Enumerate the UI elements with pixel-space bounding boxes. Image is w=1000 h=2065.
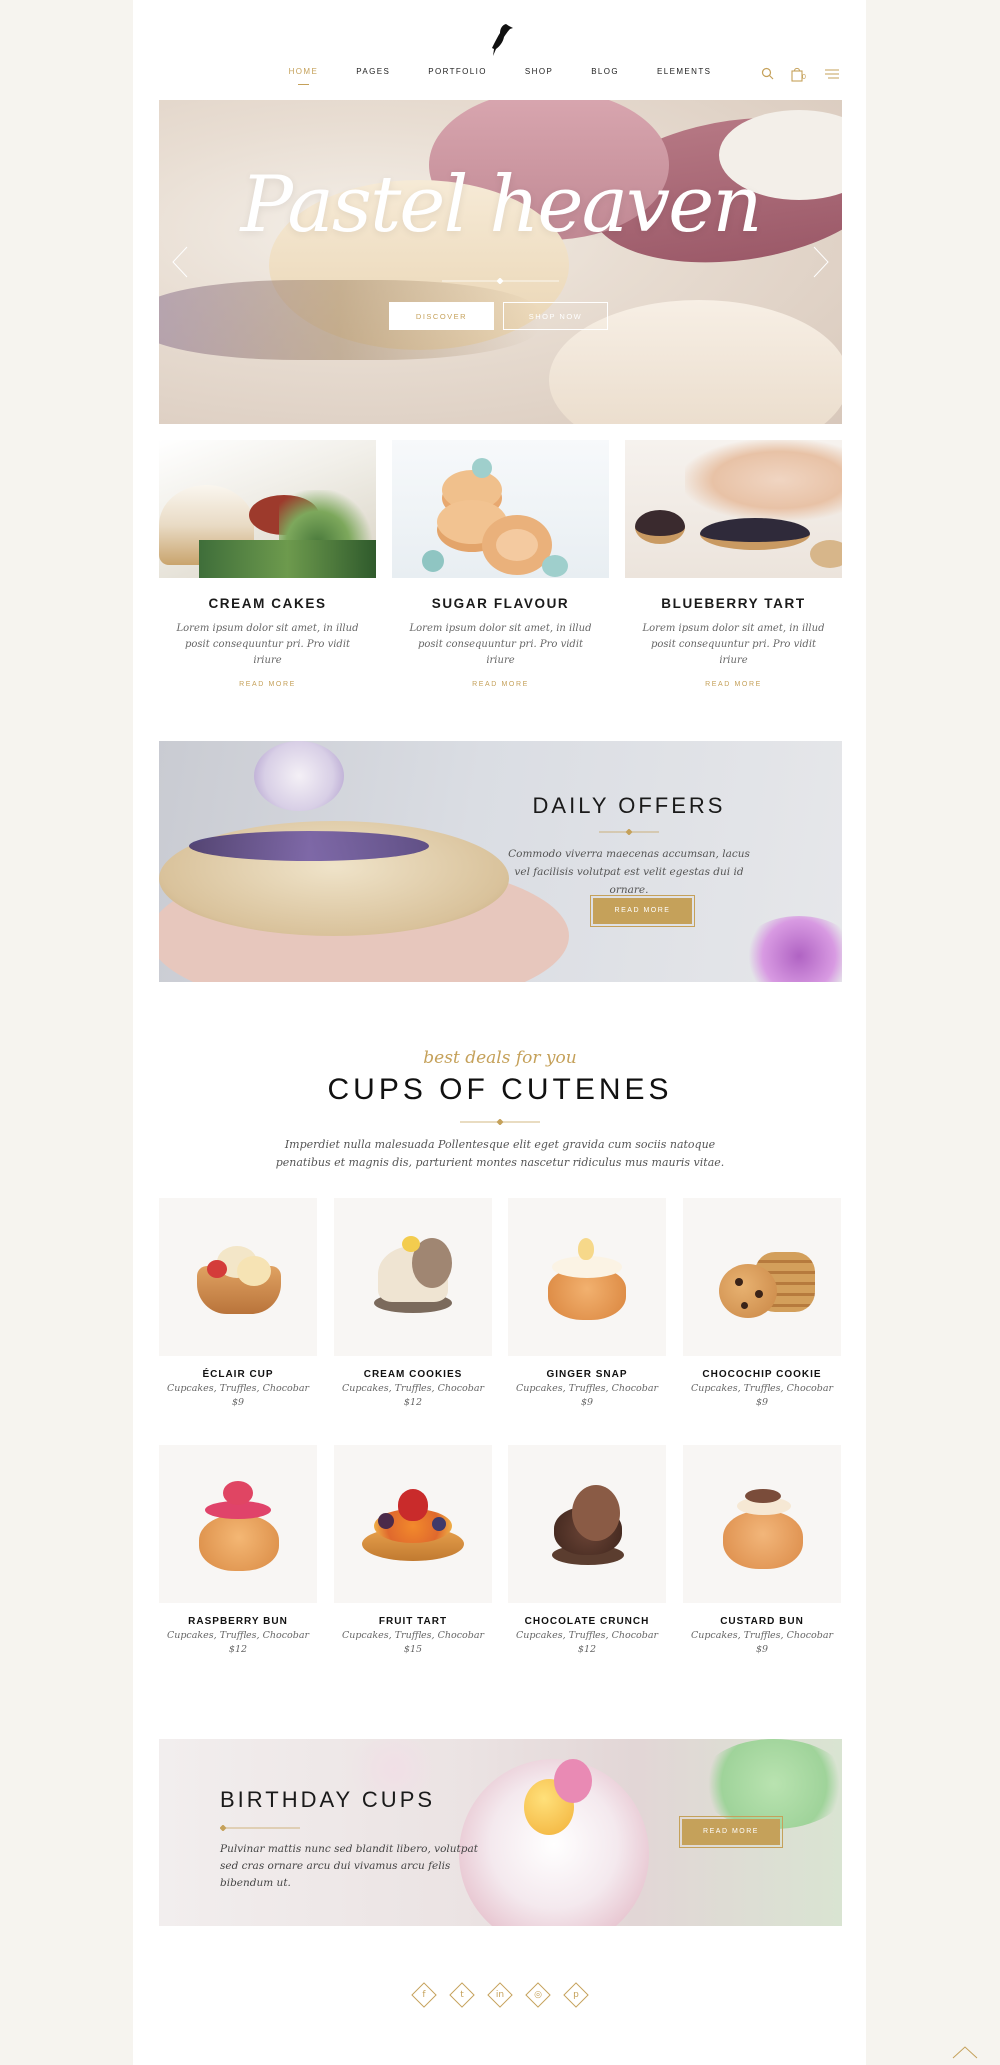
product-price: $9 (580, 1397, 594, 1408)
product-name[interactable]: ÉCLAIR CUP (159, 1369, 317, 1380)
offers-text: Commodo viverra maecenas accumsan, lacus… (508, 848, 750, 896)
discover-button[interactable]: DISCOVER (389, 302, 494, 330)
feature-title: BLUEBERRY TART (661, 596, 806, 611)
section-title: CUPS OF CUTENES (327, 1073, 673, 1106)
product-card: ÉCLAIR CUP Cupcakes, Truffles, Chocobar … (159, 1198, 317, 1408)
birthday-text: Pulvinar mattis nunc sed blandit libero,… (220, 1843, 478, 1889)
product-category: Cupcakes, Truffles, Chocobar (341, 1383, 485, 1394)
product-price: $15 (403, 1644, 423, 1655)
product-card: CHOCOCHIP COOKIE Cupcakes, Truffles, Cho… (683, 1198, 841, 1408)
offers-thistle (739, 916, 842, 982)
read-more-link[interactable]: READ MORE (625, 681, 842, 688)
section-divider (460, 1119, 540, 1125)
nav-portfolio[interactable]: PORTFOLIO (428, 67, 487, 85)
feature-text: Lorem ipsum dolor sit amet, in illud pos… (642, 623, 825, 666)
chevron-right-icon[interactable] (812, 245, 830, 279)
chevron-left-icon[interactable] (171, 245, 189, 279)
product-card: GINGER SNAP Cupcakes, Truffles, Chocobar… (508, 1198, 666, 1408)
product-name[interactable]: CUSTARD BUN (683, 1616, 841, 1627)
birthday-frosting-green (699, 1739, 842, 1829)
product-category: Cupcakes, Truffles, Chocobar (690, 1383, 834, 1394)
cart-button[interactable]: 0 (790, 66, 806, 82)
product-category: Cupcakes, Truffles, Chocobar (515, 1383, 659, 1394)
product-price: $12 (403, 1397, 423, 1408)
product-category: Cupcakes, Truffles, Chocobar (341, 1630, 485, 1641)
birthday-divider (220, 1825, 300, 1831)
product-category: Cupcakes, Truffles, Chocobar (690, 1630, 834, 1641)
feature-title: CREAM CAKES (208, 596, 327, 611)
offers-flower (254, 741, 344, 811)
product-category: Cupcakes, Truffles, Chocobar (166, 1630, 310, 1641)
search-icon[interactable] (760, 66, 776, 82)
product-card: CUSTARD BUN Cupcakes, Truffles, Chocobar… (683, 1445, 841, 1655)
product-price: $9 (231, 1397, 245, 1408)
section-tagline: best deals for you (423, 1048, 577, 1068)
product-name[interactable]: RASPBERRY BUN (159, 1616, 317, 1627)
product-image-cream-cookies[interactable] (334, 1198, 492, 1356)
instagram-icon[interactable]: ◎ (525, 1982, 551, 2008)
product-name[interactable]: GINGER SNAP (508, 1369, 666, 1380)
product-image-eclair-cup[interactable] (159, 1198, 317, 1356)
birthday-read-more-button[interactable]: READ MORE (679, 1816, 783, 1848)
product-name[interactable]: CHOCOLATE CRUNCH (508, 1616, 666, 1627)
feature-text: Lorem ipsum dolor sit amet, in illud pos… (409, 623, 592, 666)
birthday-egg-pink (554, 1759, 592, 1803)
section-text: Imperdiet nulla malesuada Pollentesque e… (275, 1138, 725, 1169)
daily-offers-banner: DAILY OFFERS Commodo viverra maecenas ac… (159, 741, 842, 982)
hero-slider: Pastel heaven DISCOVER SHOP NOW (159, 100, 842, 424)
sugar-flavour-image[interactable] (392, 440, 609, 578)
cream-cakes-image[interactable] (159, 440, 376, 578)
nav-home[interactable]: HOME (289, 67, 319, 85)
product-card: CHOCOLATE CRUNCH Cupcakes, Truffles, Cho… (508, 1445, 666, 1655)
nav-blog[interactable]: BLOG (591, 67, 619, 85)
birthday-cups-banner: BIRTHDAY CUPS Pulvinar mattis nunc sed b… (159, 1739, 842, 1926)
nav-pages[interactable]: PAGES (356, 67, 390, 85)
twitter-icon[interactable]: t (449, 1982, 475, 2008)
hero-title: Pastel heaven (240, 160, 762, 250)
pinterest-icon[interactable]: p (563, 1982, 589, 2008)
hero-divider (442, 278, 559, 284)
product-image-ginger-snap[interactable] (508, 1198, 666, 1356)
birthday-title: BIRTHDAY CUPS (220, 1787, 436, 1812)
offers-divider (599, 829, 659, 835)
product-price: $12 (228, 1644, 248, 1655)
product-image-chocolate-crunch[interactable] (508, 1445, 666, 1603)
product-name[interactable]: FRUIT TART (334, 1616, 492, 1627)
main-nav: HOME PAGES PORTFOLIO SHOP BLOG ELEMENTS (0, 67, 1000, 85)
product-category: Cupcakes, Truffles, Chocobar (166, 1383, 310, 1394)
offers-title: DAILY OFFERS (532, 793, 726, 818)
product-price: $9 (755, 1397, 769, 1408)
shop-now-button[interactable]: SHOP NOW (503, 302, 608, 330)
feature-title: SUGAR FLAVOUR (431, 596, 570, 611)
product-image-fruit-tart[interactable] (334, 1445, 492, 1603)
read-more-link[interactable]: READ MORE (159, 681, 376, 688)
cart-count: 0 (802, 74, 806, 81)
feature-card-cream-cakes: CREAM CAKES Lorem ipsum dolor sit amet, … (159, 440, 376, 688)
facebook-icon[interactable]: f (411, 1982, 437, 2008)
linkedin-icon[interactable]: in (487, 1982, 513, 2008)
product-name[interactable]: CREAM COOKIES (334, 1369, 492, 1380)
product-price: $9 (755, 1644, 769, 1655)
bird-logo-icon[interactable] (488, 22, 514, 58)
offers-lavender (189, 831, 429, 861)
product-image-raspberry-bun[interactable] (159, 1445, 317, 1603)
product-name[interactable]: CHOCOCHIP COOKIE (683, 1369, 841, 1380)
product-card: RASPBERRY BUN Cupcakes, Truffles, Chocob… (159, 1445, 317, 1655)
product-card: FRUIT TART Cupcakes, Truffles, Chocobar … (334, 1445, 492, 1655)
product-category: Cupcakes, Truffles, Chocobar (515, 1630, 659, 1641)
read-more-link[interactable]: READ MORE (392, 681, 609, 688)
feature-text: Lorem ipsum dolor sit amet, in illud pos… (176, 623, 359, 666)
nav-shop[interactable]: SHOP (525, 67, 553, 85)
feature-card-blueberry-tart: BLUEBERRY TART Lorem ipsum dolor sit ame… (625, 440, 842, 688)
nav-elements[interactable]: ELEMENTS (657, 67, 711, 85)
menu-icon[interactable] (824, 66, 840, 82)
back-to-top-icon[interactable] (952, 2045, 978, 2059)
feature-card-sugar-flavour: SUGAR FLAVOUR Lorem ipsum dolor sit amet… (392, 440, 609, 688)
product-price: $12 (577, 1644, 597, 1655)
product-image-chocochip-cookie[interactable] (683, 1198, 841, 1356)
product-image-custard-bun[interactable] (683, 1445, 841, 1603)
product-card: CREAM COOKIES Cupcakes, Truffles, Chocob… (334, 1198, 492, 1408)
offers-read-more-button[interactable]: READ MORE (590, 895, 695, 927)
blueberry-tart-image[interactable] (625, 440, 842, 578)
